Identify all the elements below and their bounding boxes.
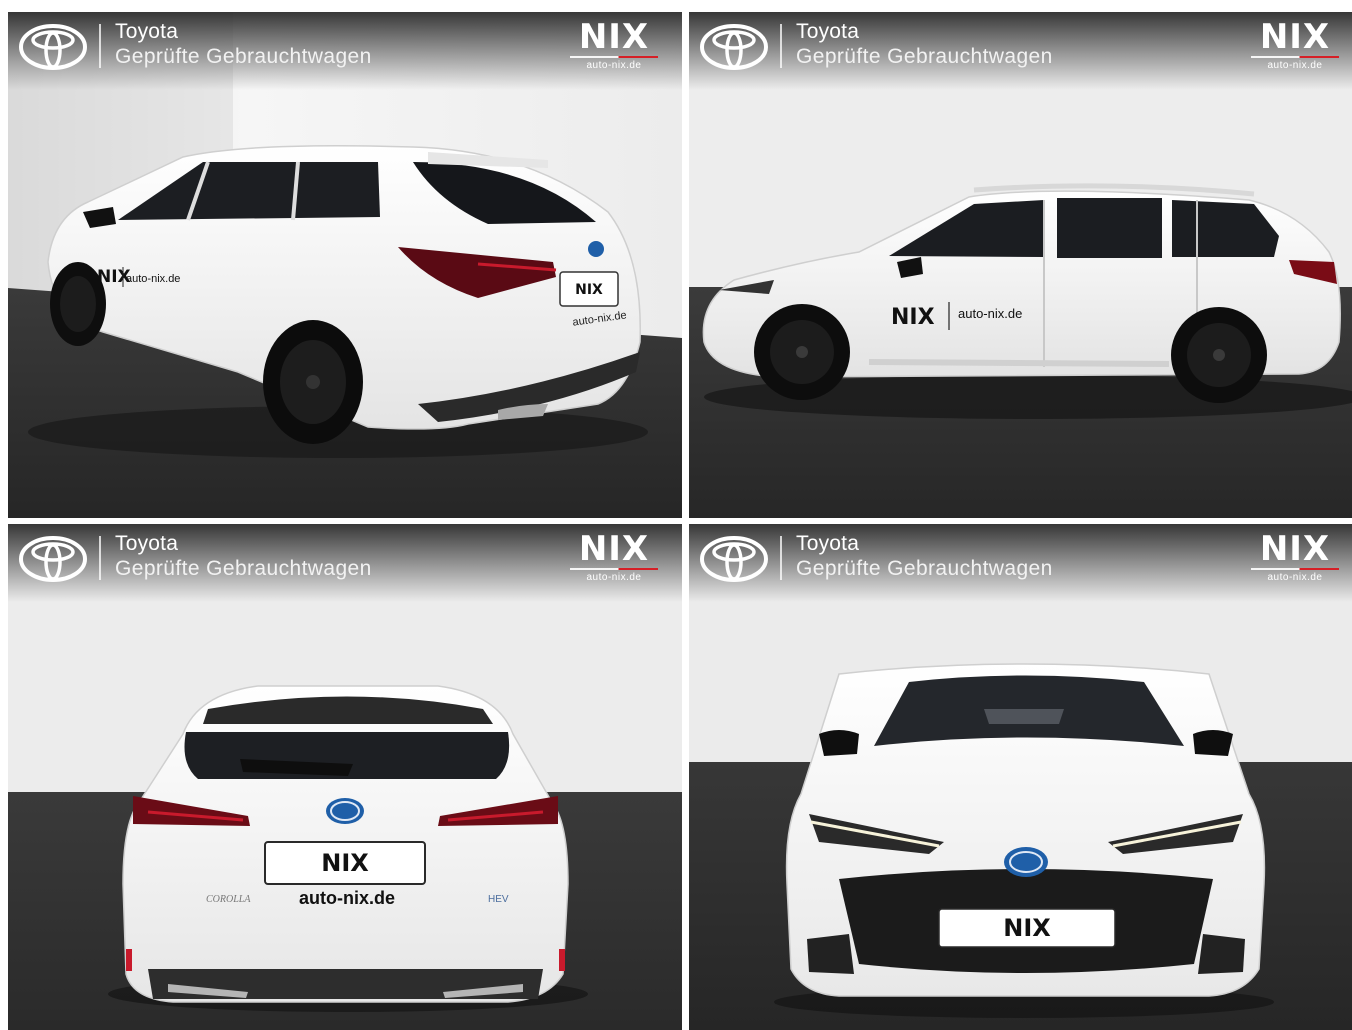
dealer-logo: NIX auto-nix.de [566, 20, 662, 71]
plate-text: NIX [321, 849, 369, 877]
door-logo-decal: NIX [891, 305, 935, 330]
header-divider [780, 536, 782, 580]
dealer-url: auto-nix.de [1267, 60, 1323, 71]
toyota-logo-icon [700, 24, 768, 70]
dealer-logo-word: NIX [578, 529, 650, 569]
brand-header: Toyota Geprüfte Gebrauchtwagen NIX auto-… [689, 524, 1352, 602]
brand-subtitle: Geprüfte Gebrauchtwagen [796, 557, 1053, 580]
dealer-logo-word: NIX [578, 17, 650, 57]
hybrid-badge: HEV [488, 894, 509, 905]
brand-name: Toyota [115, 20, 179, 43]
brand-subtitle: Geprüfte Gebrauchtwagen [115, 45, 372, 68]
brand-name: Toyota [115, 532, 179, 555]
brand-subtitle: Geprüfte Gebrauchtwagen [115, 557, 372, 580]
plate-text: NIX [1003, 914, 1051, 942]
dealer-url: auto-nix.de [586, 572, 642, 583]
door-url-decal: auto-nix.de [126, 273, 180, 285]
brand-name: Toyota [796, 20, 860, 43]
dealer-logo: NIX auto-nix.de [566, 532, 662, 583]
car-photo-side-profile[interactable]: NIX auto-nix.de Toyota Geprüfte Gebrauch… [689, 12, 1352, 518]
dealer-logo-word: NIX [1259, 17, 1331, 57]
brand-header: Toyota Geprüfte Gebrauchtwagen NIX auto-… [689, 12, 1352, 90]
dealer-logo: NIX auto-nix.de [1247, 20, 1343, 71]
rear-url-decal: auto-nix.de [299, 888, 395, 908]
car-photo-rear-three-quarter[interactable]: NIX auto-nix.de NIX auto-nix.de Toyota G… [8, 12, 682, 518]
brand-subtitle: Geprüfte Gebrauchtwagen [796, 45, 1053, 68]
dealer-logo: NIX auto-nix.de [1247, 532, 1343, 583]
header-divider [780, 24, 782, 68]
dealer-url: auto-nix.de [1267, 572, 1323, 583]
brand-name: Toyota [796, 532, 860, 555]
brand-header: Toyota Geprüfte Gebrauchtwagen NIX auto-… [8, 12, 682, 90]
model-badge: COROLLA [206, 894, 251, 905]
dealer-url: auto-nix.de [586, 60, 642, 71]
car-photo-front[interactable]: NIX Toyota Geprüfte Gebrauchtwagen NIX a… [689, 524, 1352, 1030]
header-divider [99, 24, 101, 68]
car-photo-rear[interactable]: NIX auto-nix.de COROLLA HEV Toyota Geprü… [8, 524, 682, 1030]
toyota-logo-icon [19, 536, 87, 582]
dealer-logo-word: NIX [1259, 529, 1331, 569]
header-divider [99, 536, 101, 580]
toyota-logo-icon [700, 536, 768, 582]
door-url-decal: auto-nix.de [958, 306, 1022, 321]
toyota-logo-icon [19, 24, 87, 70]
brand-header: Toyota Geprüfte Gebrauchtwagen NIX auto-… [8, 524, 682, 602]
plate-text: NIX [575, 282, 603, 298]
